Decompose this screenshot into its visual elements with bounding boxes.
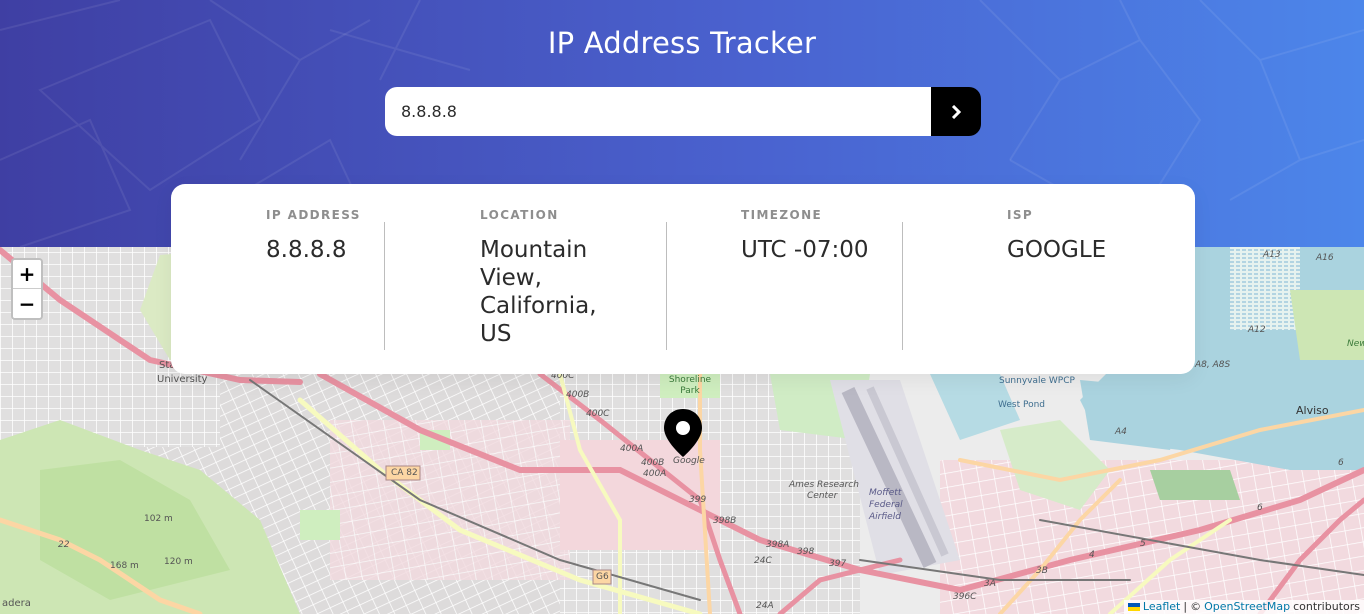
- label-400c: 400C: [586, 409, 610, 419]
- label-ca82: CA 82: [391, 468, 418, 478]
- label-396c: 396C: [953, 592, 977, 602]
- zoom-in-button[interactable]: +: [13, 260, 41, 289]
- info-card: IP Address 8.8.8.8 Location Mountain Vie…: [171, 184, 1195, 374]
- label-g6: G6: [596, 572, 609, 582]
- label-397: 397: [829, 559, 847, 569]
- ip-address-section: IP Address 8.8.8.8: [266, 208, 456, 264]
- label-5: 5: [1140, 539, 1146, 549]
- label-a4: A4: [1115, 427, 1127, 437]
- divider: [666, 222, 667, 350]
- label-24c: 24C: [754, 556, 772, 566]
- label-federal: Federal: [869, 500, 903, 510]
- location-pin-icon[interactable]: [662, 408, 704, 458]
- label-madera: adera: [2, 598, 31, 609]
- ip-search-input[interactable]: [385, 87, 931, 136]
- osm-link[interactable]: OpenStreetMap: [1204, 600, 1290, 614]
- isp-section: ISP GOOGLE: [1007, 208, 1177, 264]
- label-moffett: Moffett: [869, 488, 902, 498]
- label-6b: 6: [1338, 458, 1344, 468]
- label-400a: 400A: [620, 444, 644, 454]
- label-22: 22: [58, 540, 70, 550]
- label-400b2: 400B: [566, 390, 590, 400]
- label-168m: 168 m: [110, 561, 139, 571]
- divider: [384, 222, 385, 350]
- label-center: Center: [807, 491, 838, 501]
- label-3b: 3B: [1036, 566, 1048, 576]
- label-university: University: [157, 374, 208, 385]
- search-bar: [385, 87, 981, 136]
- label-alviso: Alviso: [1296, 404, 1329, 417]
- zoom-control: + −: [11, 258, 43, 320]
- label-a13: A13: [1263, 250, 1281, 260]
- timezone-section: Timezone UTC -07:00: [741, 208, 921, 264]
- label-400a2: 400A: [643, 469, 667, 479]
- location-value: Mountain View, California, US: [480, 237, 597, 347]
- label-a12: A12: [1248, 325, 1266, 335]
- page-title: IP Address Tracker: [547, 26, 817, 60]
- label-west-pond: West Pond: [998, 400, 1046, 410]
- ukraine-flag-icon: [1127, 603, 1140, 611]
- label-sunnyvale-wpcp: Sunnyvale WPCP: [999, 376, 1075, 386]
- label-4: 4: [1089, 550, 1095, 560]
- label-new: New: [1347, 339, 1364, 349]
- attribution-copyright: ©: [1190, 600, 1202, 613]
- label-a16: A16: [1316, 253, 1334, 263]
- label-102m: 102 m: [144, 514, 173, 524]
- map-attribution: Leaflet | © OpenStreetMap contributors: [1123, 600, 1364, 614]
- label-shoreline-park: Shoreline Park: [668, 375, 712, 396]
- divider: [902, 222, 903, 350]
- label-120m: 120 m: [164, 557, 193, 567]
- ip-address-label: IP Address: [266, 208, 361, 222]
- chevron-right-icon: [951, 104, 961, 119]
- location-section: Location Mountain View, California, US: [480, 208, 630, 348]
- label-398: 398: [797, 547, 815, 557]
- label-airfield: Airfield: [869, 512, 901, 522]
- timezone-value: UTC -07:00: [741, 237, 869, 263]
- search-submit-button[interactable]: [931, 87, 981, 136]
- attribution-separator: |: [1183, 600, 1188, 613]
- leaflet-link[interactable]: Leaflet: [1143, 600, 1180, 614]
- label-399: 399: [689, 495, 707, 505]
- isp-label: ISP: [1007, 208, 1034, 222]
- label-24a: 24A: [756, 601, 774, 611]
- label-ames: Ames Research: [789, 480, 859, 490]
- label-398b: 398B: [713, 516, 737, 526]
- label-6: 6: [1257, 503, 1263, 513]
- label-3a: 3A: [984, 579, 996, 589]
- ip-address-value: 8.8.8.8: [266, 237, 347, 263]
- zoom-out-button[interactable]: −: [13, 289, 41, 318]
- attribution-contributors: contributors: [1293, 600, 1360, 613]
- label-398a: 398A: [766, 540, 790, 550]
- location-label: Location: [480, 208, 559, 222]
- label-400b: 400B: [641, 458, 665, 468]
- isp-value: GOOGLE: [1007, 237, 1107, 263]
- label-a8a85: A8, A8S: [1195, 360, 1231, 370]
- timezone-label: Timezone: [741, 208, 823, 222]
